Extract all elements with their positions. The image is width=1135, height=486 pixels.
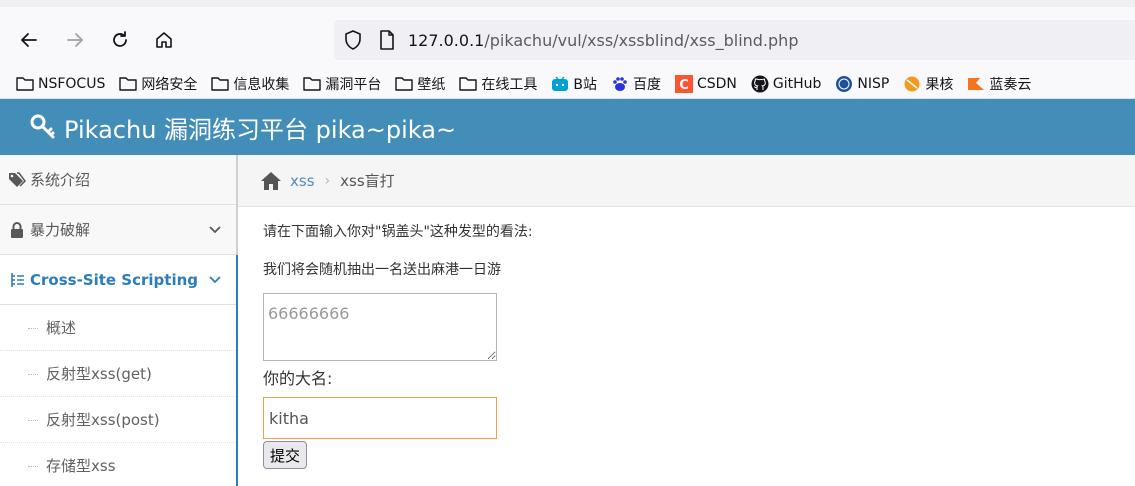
site-title[interactable]: Pikachu 漏洞练习平台 pika~pika~ bbox=[64, 110, 456, 145]
chevron-down-icon[interactable] bbox=[208, 222, 222, 236]
sidebar-item-label: 系统介绍 bbox=[30, 171, 91, 189]
submenu-item-stored[interactable]: 存储型xss bbox=[0, 443, 236, 486]
submenu-item-label: 反射型xss(post) bbox=[46, 411, 160, 429]
forward-button[interactable] bbox=[62, 27, 88, 53]
breadcrumb: xss › xss盲打 bbox=[238, 155, 1135, 207]
bookmark-tools[interactable]: 在线工具 bbox=[459, 74, 537, 94]
back-arrow-icon bbox=[21, 33, 37, 47]
message-textarea[interactable] bbox=[263, 293, 497, 361]
bookmark-label: 信息收集 bbox=[233, 76, 290, 93]
xss-submenu: 概述 反射型xss(get) 反射型xss(post) 存储型xss bbox=[0, 305, 236, 486]
home-icon[interactable] bbox=[260, 171, 282, 191]
tags-icon bbox=[8, 171, 26, 189]
folder-icon bbox=[211, 76, 230, 92]
sidebar-item-intro[interactable]: 系统介绍 bbox=[0, 155, 236, 205]
bookmark-label: 壁纸 bbox=[417, 76, 446, 93]
folder-icon bbox=[459, 76, 478, 92]
lanzou-icon bbox=[967, 76, 985, 92]
folder-icon bbox=[119, 76, 138, 92]
site-header: Pikachu 漏洞练习平台 pika~pika~ bbox=[0, 99, 1135, 155]
bookmark-nisp[interactable]: NISP bbox=[835, 75, 890, 92]
sidebar-item-bruteforce[interactable]: 暴力破解 bbox=[0, 205, 236, 255]
breadcrumb-separator: › bbox=[324, 172, 331, 189]
bookmark-netsec[interactable]: 网络安全 bbox=[119, 74, 197, 94]
submit-button[interactable]: 提交 bbox=[263, 441, 308, 469]
form-notice: 我们将会随机抽出一名送出麻港一日游 bbox=[263, 262, 501, 278]
bookmark-nsfocus[interactable]: NSFOCUS bbox=[16, 76, 105, 92]
sidebar: 系统介绍 暴力破解 Cross-Site Scripting 概述 反射型xss… bbox=[0, 155, 238, 486]
bookmark-info[interactable]: 信息收集 bbox=[211, 74, 289, 94]
bookmark-label: CSDN bbox=[696, 75, 737, 92]
home-icon bbox=[156, 32, 172, 48]
bookmark-label: GitHub bbox=[772, 75, 822, 92]
chevron-down-icon[interactable] bbox=[208, 272, 222, 286]
reload-icon bbox=[113, 31, 127, 47]
sidebar-item-xss[interactable]: Cross-Site Scripting bbox=[0, 255, 238, 305]
bookmark-bilibili[interactable]: B站 bbox=[551, 74, 597, 94]
address-bar[interactable]: 127.0.0.1/pikachu/vul/xss/xssblind/xss_b… bbox=[334, 20, 1135, 60]
bookmark-lanzou[interactable]: 蓝奏云 bbox=[967, 74, 1031, 94]
svg-text:C: C bbox=[679, 78, 689, 93]
breadcrumb-link-xss[interactable]: xss bbox=[290, 172, 315, 190]
reload-button[interactable] bbox=[107, 27, 133, 53]
bookmark-label: 网络安全 bbox=[141, 76, 198, 93]
guohe-icon bbox=[903, 76, 921, 92]
list-icon bbox=[8, 271, 26, 289]
bookmark-label: B站 bbox=[573, 76, 597, 93]
bookmark-wallpaper[interactable]: 壁纸 bbox=[395, 74, 445, 94]
submenu-item-overview[interactable]: 概述 bbox=[0, 305, 236, 351]
sidebar-item-label: Cross-Site Scripting bbox=[30, 270, 199, 289]
bookmark-vuln[interactable]: 漏洞平台 bbox=[303, 74, 381, 94]
bookmark-csdn[interactable]: C CSDN bbox=[674, 74, 737, 93]
bookmark-label: NSFOCUS bbox=[38, 75, 106, 92]
bookmark-github[interactable]: GitHub bbox=[751, 75, 822, 92]
bookmark-label: 果核 bbox=[925, 76, 954, 93]
bookmark-label: NISP bbox=[857, 75, 890, 92]
folder-icon bbox=[16, 76, 34, 92]
form-prompt: 请在下面输入你对"锅盖头"这种发型的看法: bbox=[263, 224, 533, 240]
folder-icon bbox=[303, 76, 322, 92]
name-input[interactable] bbox=[263, 397, 497, 439]
main-content: xss › xss盲打 请在下面输入你对"锅盖头"这种发型的看法: 我们将会随机… bbox=[238, 155, 1135, 486]
key-icon bbox=[30, 114, 55, 139]
bookmark-label: 漏洞平台 bbox=[325, 76, 382, 93]
bookmark-baidu[interactable]: 百度 bbox=[611, 74, 661, 94]
lock-icon bbox=[8, 221, 26, 239]
back-button[interactable] bbox=[16, 27, 42, 53]
github-icon bbox=[751, 75, 769, 92]
bookmark-guohe[interactable]: 果核 bbox=[903, 74, 953, 94]
home-button[interactable] bbox=[151, 27, 177, 53]
submenu-item-reflected-get[interactable]: 反射型xss(get) bbox=[0, 351, 236, 397]
sidebar-item-label: 暴力破解 bbox=[30, 221, 91, 239]
csdn-icon: C bbox=[674, 74, 693, 93]
blind-xss-form: 请在下面输入你对"锅盖头"这种发型的看法: 我们将会随机抽出一名送出麻港一日游 … bbox=[238, 207, 1135, 469]
bookmark-label: 蓝奏云 bbox=[989, 76, 1032, 93]
page-icon[interactable] bbox=[376, 29, 398, 51]
nisp-icon bbox=[835, 75, 853, 92]
submenu-item-label: 反射型xss(get) bbox=[46, 365, 152, 383]
forward-arrow-icon bbox=[67, 33, 83, 47]
folder-icon bbox=[395, 76, 414, 92]
bookmark-label: 在线工具 bbox=[481, 76, 538, 93]
breadcrumb-current: xss盲打 bbox=[340, 172, 395, 190]
bilibili-icon bbox=[551, 75, 569, 92]
browser-toolbar: 127.0.0.1/pikachu/vul/xss/xssblind/xss_b… bbox=[0, 7, 1135, 69]
bookmark-label: 百度 bbox=[632, 76, 661, 93]
shield-icon[interactable] bbox=[342, 29, 364, 51]
name-label: 你的大名: bbox=[263, 369, 333, 388]
bookmarks-bar: NSFOCUS 网络安全 信息收集 漏洞平台 壁纸 在线工具 B站 百度 C CS… bbox=[0, 69, 1135, 99]
url-path: /pikachu/vul/xss/xssblind/xss_blind.php bbox=[484, 30, 799, 50]
url-text[interactable]: 127.0.0.1/pikachu/vul/xss/xssblind/xss_b… bbox=[408, 31, 798, 50]
baidu-icon bbox=[611, 76, 629, 92]
submenu-item-reflected-post[interactable]: 反射型xss(post) bbox=[0, 397, 236, 443]
submenu-item-label: 存储型xss bbox=[46, 457, 116, 475]
submenu-item-label: 概述 bbox=[46, 319, 77, 337]
tab-strip-edge bbox=[0, 0, 1135, 7]
url-host: 127.0.0.1 bbox=[408, 30, 485, 50]
